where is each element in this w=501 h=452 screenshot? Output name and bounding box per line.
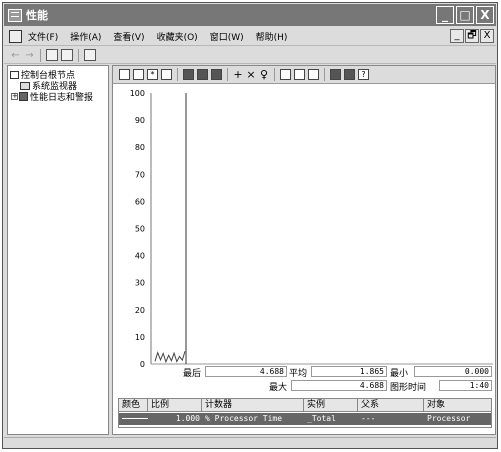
folder-icon	[10, 70, 19, 79]
y-tick-label: 50	[135, 225, 145, 234]
maximize-button[interactable]: □	[456, 6, 474, 24]
maximum-label: 最大	[269, 383, 288, 393]
menu-help[interactable]: 帮助(H)	[256, 30, 288, 43]
title-bar[interactable]: 性能 _ □ X	[4, 4, 496, 26]
toolbar-separator	[227, 68, 228, 81]
child-restore-button[interactable]: 🗗	[465, 29, 479, 43]
column-counter[interactable]: 计数器	[202, 399, 304, 411]
show-hide-tree-icon[interactable]	[46, 49, 58, 61]
counter-instance: _Total	[307, 414, 336, 423]
forward-arrow-icon[interactable]: →	[24, 50, 35, 61]
menu-bar: 文件(F) 操作(A) 查看(V) 收藏夹(O) 窗口(W) 帮助(H) _ 🗗…	[4, 27, 496, 46]
y-tick-label: 100	[130, 89, 145, 98]
performance-window: 性能 _ □ X 文件(F) 操作(A) 查看(V) 收藏夹(O) 窗口(W) …	[2, 2, 498, 449]
y-tick-label: 70	[135, 170, 145, 179]
add-icon[interactable]: +	[233, 69, 243, 80]
legend-header: 颜色 比例 计数器 实例 父系 对象	[119, 399, 491, 412]
menu-action[interactable]: 操作(A)	[70, 30, 101, 43]
console-toolbar: ← →	[4, 47, 496, 64]
help-icon[interactable]: ?	[358, 69, 369, 80]
minimize-button[interactable]: _	[436, 6, 454, 24]
freeze-display-icon[interactable]	[330, 69, 341, 80]
table-row[interactable]: 1.000 % Processor Time _Total --- Proces…	[119, 413, 491, 425]
toolbar-separator	[274, 68, 275, 81]
logs-alerts-icon	[19, 92, 28, 101]
y-tick-label: 10	[135, 333, 145, 342]
counter-name: % Processor Time	[205, 414, 283, 423]
properties-icon[interactable]	[308, 69, 319, 80]
performance-app-icon	[8, 8, 22, 22]
view-report-icon[interactable]	[211, 69, 222, 80]
counter-scale: 1.000	[175, 414, 200, 423]
child-minimize-button[interactable]: _	[450, 29, 464, 43]
column-color[interactable]: 颜色	[119, 399, 148, 411]
average-value: 1.865	[311, 366, 387, 377]
new-counter-set-icon[interactable]	[119, 69, 130, 80]
average-label: 平均	[289, 369, 308, 379]
menu-file[interactable]: 文件(F)	[28, 30, 58, 43]
counter-object: Processor	[427, 414, 471, 423]
column-scale[interactable]: 比例	[148, 399, 202, 411]
toolbar-separator	[40, 48, 41, 62]
column-object[interactable]: 对象	[424, 399, 491, 411]
graph-background	[113, 85, 495, 372]
graph-duration-value: 1:40	[439, 380, 492, 391]
column-parent[interactable]: 父系	[358, 399, 424, 411]
window-title: 性能	[26, 9, 48, 22]
maximum-value: 4.688	[291, 380, 387, 391]
counter-parent: ---	[361, 414, 376, 423]
view-log-data-icon[interactable]	[161, 69, 172, 80]
monitor-toolbar: * + × ♀ ?	[113, 66, 495, 84]
minimum-label: 最小	[390, 369, 409, 379]
toolbar-separator	[78, 48, 79, 62]
properties-icon[interactable]	[84, 49, 96, 61]
tree-item-label: 性能日志和警报	[30, 93, 94, 103]
last-label: 最后	[183, 369, 202, 379]
y-tick-label: 80	[135, 143, 145, 152]
tree-item-performance-logs[interactable]: + 性能日志和警报	[11, 90, 93, 103]
menu-favorites[interactable]: 收藏夹(O)	[157, 30, 198, 43]
statistics-bar: 最后 4.688 平均 1.865 最小 0.000 最大 4.688 图形时间…	[113, 364, 495, 394]
view-current-activity-icon[interactable]: *	[147, 69, 158, 80]
copy-properties-icon[interactable]	[280, 69, 291, 80]
delete-icon[interactable]: ×	[246, 69, 256, 80]
toolbar-separator	[324, 68, 325, 81]
column-instance[interactable]: 实例	[304, 399, 358, 411]
menu-window[interactable]: 窗口(W)	[210, 30, 244, 43]
y-tick-label: 30	[135, 279, 145, 288]
last-value: 4.688	[205, 366, 287, 377]
console-tree: 控制台根节点 系统监视器 + 性能日志和警报	[7, 65, 109, 435]
expand-icon[interactable]: +	[11, 93, 18, 100]
y-tick-label: 90	[135, 116, 145, 125]
y-tick-label: 20	[135, 306, 145, 315]
console-icon[interactable]	[9, 29, 22, 43]
system-monitor-pane: * + × ♀ ? 100 90 80 70 60 50 40 30 20 10 0	[112, 65, 496, 435]
clear-display-icon[interactable]	[133, 69, 144, 80]
toolbar-separator	[177, 68, 178, 81]
close-button[interactable]: X	[476, 6, 494, 24]
view-graph-icon[interactable]	[183, 69, 194, 80]
highlight-icon[interactable]: ♀	[259, 69, 269, 80]
minimum-value: 0.000	[414, 366, 492, 377]
child-close-button[interactable]: X	[480, 29, 494, 43]
performance-graph: 1009080706050403020100	[113, 85, 495, 372]
update-data-icon[interactable]	[344, 69, 355, 80]
console-view-icon[interactable]	[61, 49, 73, 61]
paste-counter-list-icon[interactable]	[294, 69, 305, 80]
back-arrow-icon[interactable]: ←	[10, 50, 21, 61]
y-tick-label: 60	[135, 197, 145, 206]
graph-duration-label: 图形时间	[390, 383, 427, 393]
counter-legend: 颜色 比例 计数器 实例 父系 对象 1.000 % Processor Tim…	[118, 398, 492, 428]
status-bar	[4, 437, 496, 449]
system-monitor-icon	[20, 81, 30, 90]
y-tick-label: 40	[135, 252, 145, 261]
menu-view[interactable]: 查看(V)	[113, 30, 144, 43]
view-histogram-icon[interactable]	[197, 69, 208, 80]
counter-color-swatch	[119, 413, 148, 425]
